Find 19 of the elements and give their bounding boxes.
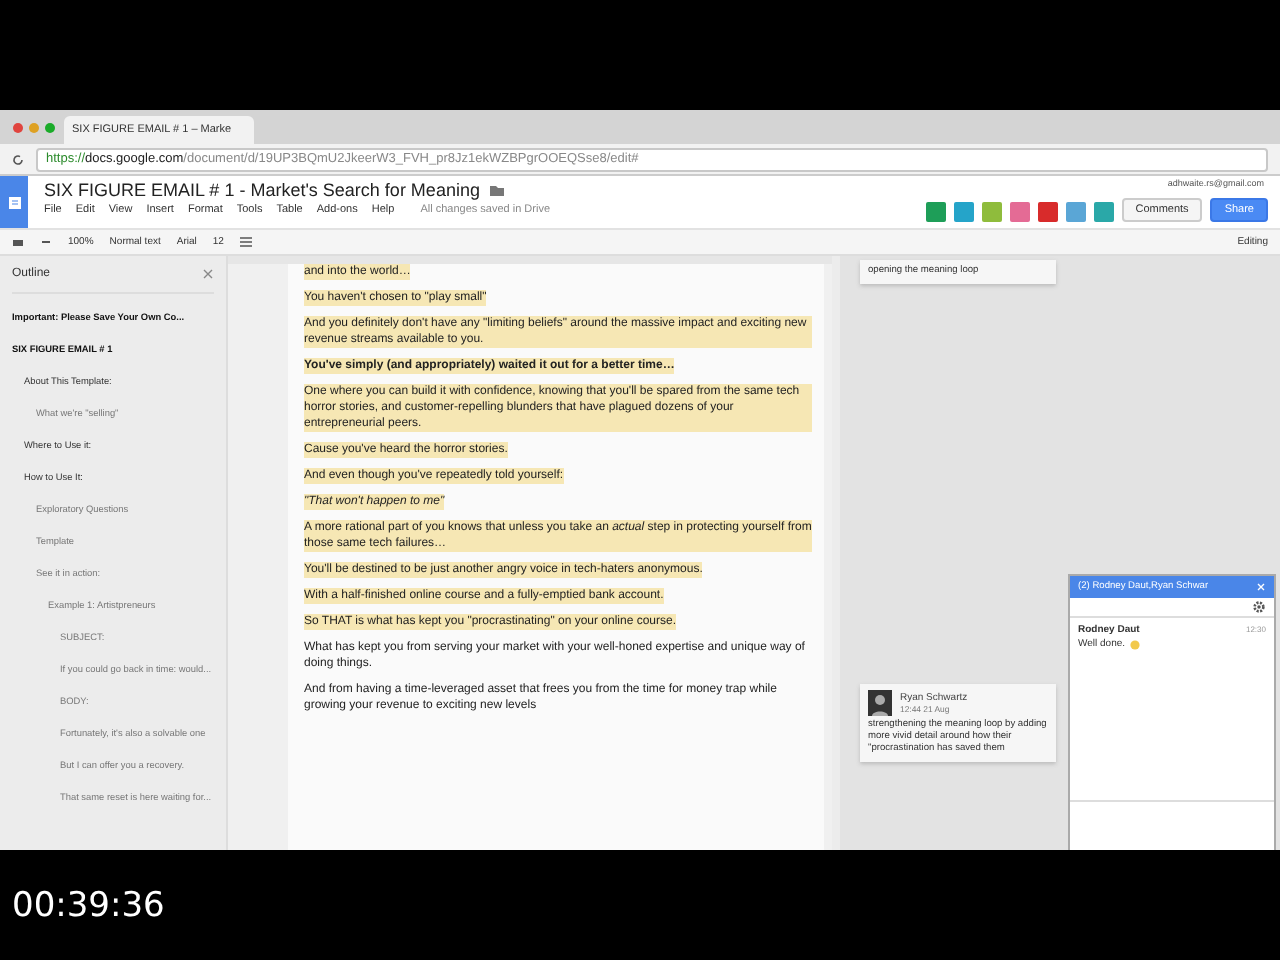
align-icon[interactable] [239, 236, 252, 248]
extension-icon[interactable] [981, 202, 1002, 222]
extension-icon[interactable] [1037, 202, 1058, 222]
extension-icon[interactable] [1093, 202, 1114, 222]
folder-icon[interactable] [489, 184, 504, 196]
document-title[interactable]: SIX FIGURE EMAIL # 1 - Market's Search for Meaning [44, 180, 480, 200]
avatar-icon [868, 690, 892, 716]
extension-icon[interactable] [953, 202, 974, 222]
close-icon[interactable] [202, 268, 214, 280]
extension-icon[interactable] [925, 202, 946, 222]
video-timestamp: 00:39:36 [12, 885, 165, 925]
extension-icon[interactable] [1065, 202, 1086, 222]
print-icon[interactable] [12, 236, 24, 248]
reload-icon[interactable] [12, 153, 24, 165]
smiley-icon [1129, 639, 1140, 649]
window-controls-icon[interactable] [12, 122, 56, 134]
settings-icon[interactable] [1252, 600, 1266, 614]
docs-logo-icon[interactable] [0, 176, 28, 228]
extension-icon[interactable] [1009, 202, 1030, 222]
